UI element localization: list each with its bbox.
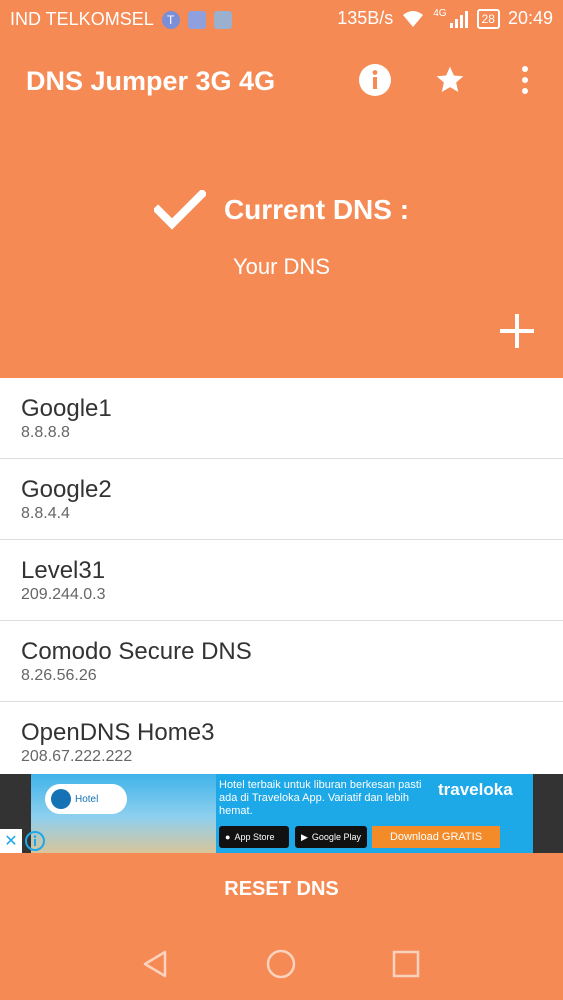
ad-download-button[interactable]: Download GRATIS (372, 826, 500, 848)
dns-list-item[interactable]: Google1 8.8.8.8 (0, 378, 563, 459)
clock: 20:49 (507, 8, 553, 28)
plus-icon (500, 314, 534, 348)
check-icon (153, 190, 206, 230)
current-dns-row: Current DNS : (0, 190, 563, 230)
app-store-badge[interactable]: ● App Store (219, 826, 289, 848)
recents-icon[interactable] (389, 947, 423, 981)
net-speed: 135B/s (337, 8, 394, 28)
carrier-name: IND TELKOMSEL (10, 9, 154, 29)
overflow-menu-button[interactable] (507, 62, 543, 98)
dns-name: Google1 (21, 395, 112, 422)
battery-indicator: 28 (476, 8, 500, 29)
dns-ip: 8.8.4.4 (21, 505, 70, 522)
ad-hotel-badge: Hotel (45, 784, 127, 814)
wifi-notification-icon (187, 10, 206, 29)
network-type: 4G (433, 8, 447, 19)
dns-ip: 8.26.56.26 (21, 667, 97, 684)
apple-icon: ● (225, 832, 231, 842)
dns-name: Comodo Secure DNS (21, 638, 252, 665)
notification-icon: T (161, 10, 180, 29)
close-icon[interactable]: ✕ (0, 829, 22, 853)
info-icon (359, 64, 391, 96)
current-dns-label: Current DNS : (223, 194, 410, 225)
play-icon: ▶ (301, 831, 308, 842)
dns-ip: 8.8.8.8 (21, 424, 70, 441)
ad-creative[interactable]: Hotel Hotel terbaik untuk liburan berkes… (31, 774, 533, 853)
ad-brand: traveloka (438, 780, 513, 799)
current-dns-value: Your DNS (232, 254, 330, 279)
status-bar: IND TELKOMSEL T 135B/s 4G 28 20:49 (0, 0, 563, 38)
dns-list-item[interactable]: Level31 209.244.0.3 (0, 540, 563, 621)
info-button[interactable] (357, 62, 393, 98)
favorite-button[interactable] (432, 62, 468, 98)
app-title: DNS Jumper 3G 4G (26, 66, 276, 96)
ad-image: Hotel (31, 774, 216, 853)
ad-text: Hotel terbaik untuk liburan berkesan pas… (219, 779, 422, 817)
play-store-notification-icon (213, 10, 232, 29)
ad-banner[interactable]: Hotel Hotel terbaik untuk liburan berkes… (0, 774, 563, 853)
navigation-bar (0, 925, 563, 1000)
signal-icon (449, 10, 468, 28)
dns-list: Google1 8.8.8.8 Google2 8.8.4.4 Level31 … (0, 378, 563, 774)
reset-dns-button[interactable]: RESET DNS (0, 853, 563, 925)
dns-list-item[interactable]: OpenDNS Home3 208.67.222.222 (0, 702, 563, 774)
home-icon[interactable] (264, 947, 298, 981)
add-dns-button[interactable] (496, 310, 538, 352)
ad-info-icon[interactable] (24, 830, 46, 852)
dns-name: OpenDNS Home3 (21, 719, 215, 746)
dns-ip: 209.244.0.3 (21, 586, 106, 603)
hotel-icon (51, 789, 71, 809)
back-icon[interactable] (139, 947, 173, 981)
dns-name: Level31 (21, 557, 106, 584)
dns-list-item[interactable]: Comodo Secure DNS 8.26.56.26 (0, 621, 563, 702)
dns-name: Google2 (21, 476, 112, 503)
star-icon (436, 66, 464, 92)
wifi-icon (403, 10, 424, 27)
more-vert-icon (522, 66, 528, 94)
google-play-badge[interactable]: ▶ Google Play (295, 826, 367, 848)
dns-list-item[interactable]: Google2 8.8.4.4 (0, 459, 563, 540)
dns-ip: 208.67.222.222 (21, 748, 133, 765)
